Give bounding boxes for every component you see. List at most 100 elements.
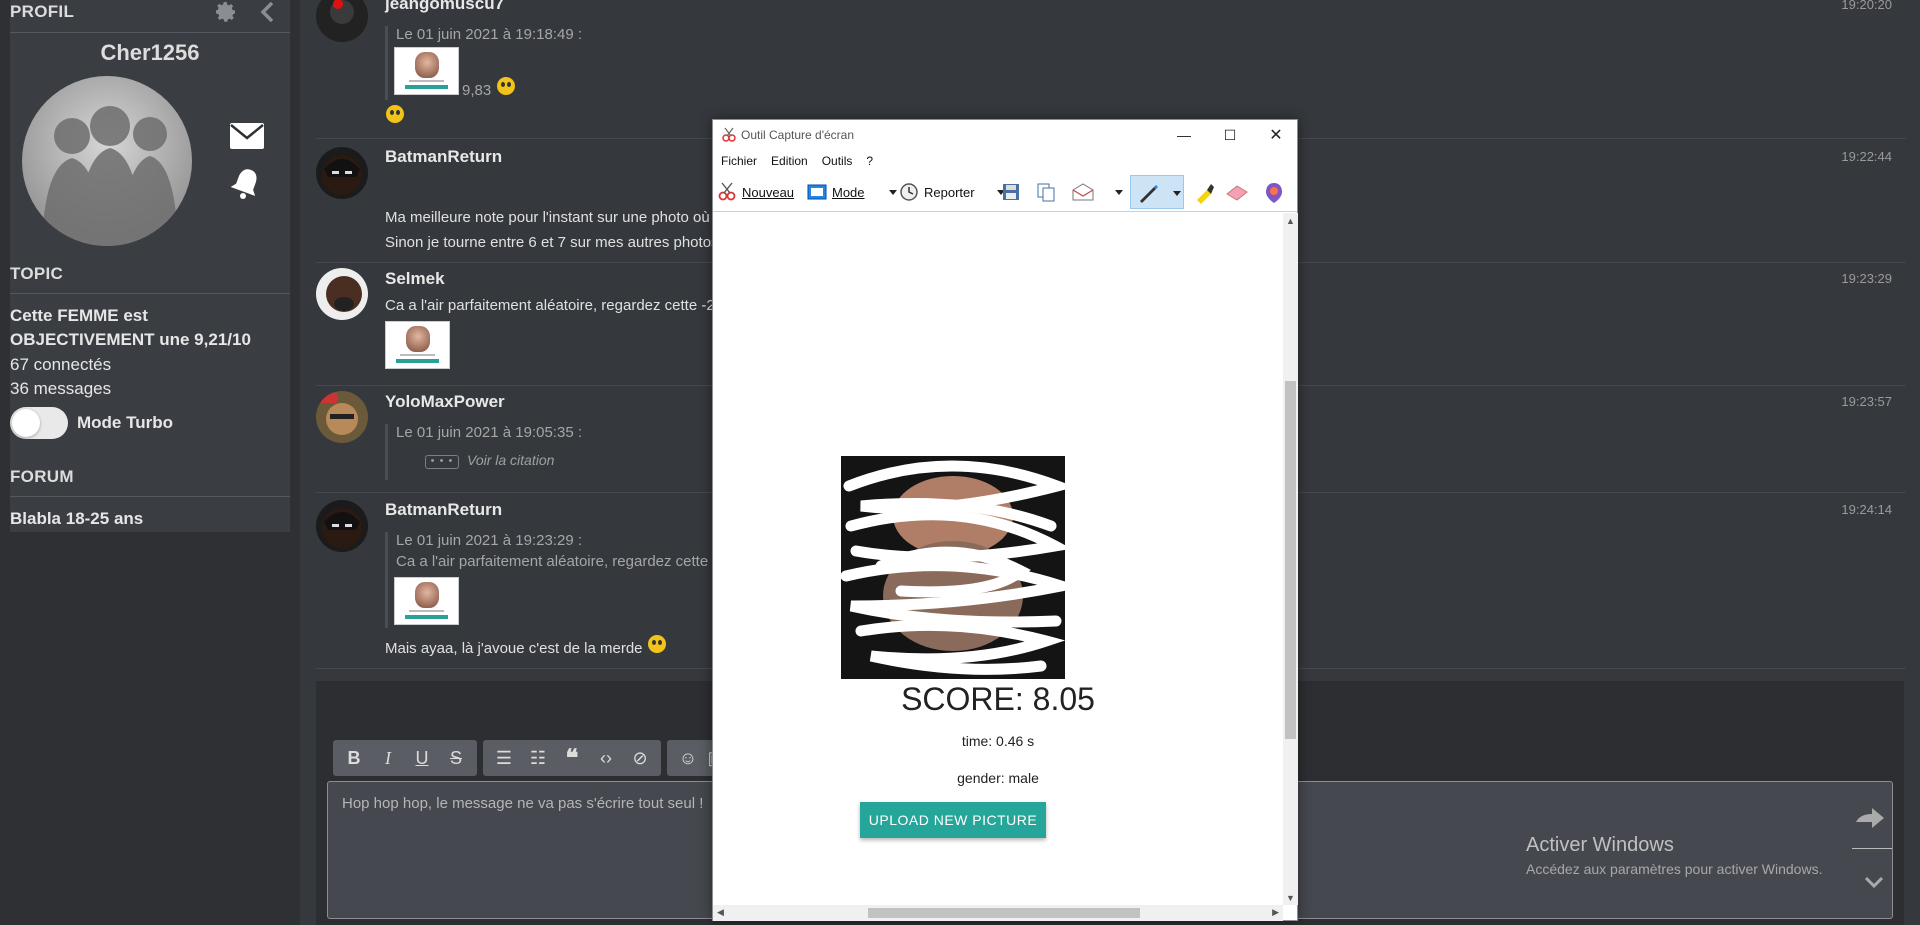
caret-down-icon[interactable] — [1115, 189, 1123, 195]
quote-expand-link[interactable]: Voir la citation — [467, 452, 554, 468]
image-thumbnail[interactable] — [394, 577, 459, 625]
avatar[interactable] — [316, 391, 368, 443]
caret-down-icon[interactable] — [1173, 191, 1181, 196]
numbered-list-icon[interactable]: ☷ — [521, 740, 555, 776]
message-time[interactable]: 19:23:57 — [1840, 394, 1892, 409]
profile-username[interactable]: Cher1256 — [10, 40, 290, 66]
scroll-right-icon[interactable]: ▶ — [1272, 907, 1279, 918]
message-time[interactable]: 19:23:29 — [1840, 271, 1892, 286]
left-sidebar: PROFIL Cher1256 TOPIC Cette FEMME est OB… — [0, 0, 300, 925]
bold-icon[interactable]: B — [337, 740, 371, 776]
scissors-icon — [722, 127, 736, 142]
connected-count: 67 connectés — [10, 355, 112, 374]
forum-heading: FORUM — [10, 467, 74, 486]
editor-toolbar: B I U S ☰ ☷ ❝ ‹› ⊘ ☺ ▣ — [333, 740, 731, 776]
scroll-up-icon[interactable]: ▲ — [1286, 216, 1295, 226]
pen-icon[interactable] — [1137, 182, 1159, 204]
message-time[interactable]: 19:20:20 — [1840, 0, 1892, 12]
activation-subtitle: Accédez aux paramètres pour activer Wind… — [1526, 861, 1823, 877]
maximize-button[interactable]: ☐ — [1207, 120, 1253, 150]
score-value: SCORE: 8.05 — [901, 681, 1095, 717]
message-author[interactable]: jeangomuscu7 — [385, 0, 504, 14]
more-icon[interactable]: • • • — [425, 455, 459, 469]
scroll-down-icon[interactable]: ▼ — [1286, 893, 1295, 903]
chevron-left-icon[interactable] — [258, 1, 278, 23]
underline-icon[interactable]: U — [405, 740, 439, 776]
messages-count: 36 messages — [10, 379, 112, 398]
divider — [10, 32, 290, 33]
topic-title-line1[interactable]: Cette FEMME est — [10, 306, 148, 326]
laugh-icon — [648, 635, 666, 653]
caret-down-icon[interactable] — [888, 189, 897, 195]
close-button[interactable]: ✕ — [1253, 120, 1299, 150]
message-time[interactable]: 19:22:44 — [1840, 149, 1892, 164]
highlighter-icon[interactable] — [1193, 182, 1215, 204]
paint3d-icon[interactable] — [1264, 182, 1284, 204]
scrollbar-thumb[interactable] — [868, 908, 1140, 918]
avatar[interactable] — [316, 147, 368, 199]
message-text: Ca a l'air parfaitement aléatoire, regar… — [385, 297, 715, 314]
topic-title-line2[interactable]: OBJECTIVEMENT une 9,21/10 — [10, 330, 251, 350]
scribbled-face-photo — [841, 456, 1065, 679]
forum-name[interactable]: Blabla 18-25 ans — [10, 509, 143, 529]
message-author[interactable]: BatmanReturn — [385, 147, 502, 167]
minimize-button[interactable]: — — [1161, 120, 1207, 150]
upload-new-picture-button[interactable]: UPLOAD NEW PICTURE — [860, 802, 1046, 838]
window-titlebar[interactable]: Outil Capture d'écran — ☐ ✕ — [713, 120, 1297, 150]
quote-text: 9,83 — [462, 82, 492, 99]
quote-header: Le 01 juin 2021 à 19:23:29 : — [396, 532, 582, 549]
spoiler-icon[interactable]: ⊘ — [623, 740, 657, 776]
bullet-list-icon[interactable]: ☰ — [487, 740, 521, 776]
message-text: Sinon je tourne entre 6 et 7 sur mes aut… — [385, 234, 719, 251]
turbo-toggle[interactable] — [10, 407, 68, 439]
horizontal-scrollbar[interactable]: ◀ ▶ — [713, 905, 1283, 921]
delay-button[interactable]: Reporter — [899, 180, 1005, 204]
strike-icon[interactable]: S — [439, 740, 473, 776]
mail-icon[interactable] — [229, 122, 265, 150]
activation-title: Activer Windows — [1526, 834, 1674, 856]
message-author[interactable]: Selmek — [385, 269, 445, 289]
new-snip-label: Nouveau — [742, 184, 795, 200]
avatar[interactable] — [316, 268, 368, 320]
italic-icon[interactable]: I — [371, 740, 405, 776]
snip-canvas: SCORE: 8.05 time: 0.46 s gender: male UP… — [713, 213, 1283, 905]
divider — [10, 496, 290, 497]
code-icon[interactable]: ‹› — [589, 740, 623, 776]
topic-heading: TOPIC — [10, 264, 64, 283]
menu-fichier[interactable]: Fichier — [721, 154, 757, 168]
menu-help[interactable]: ? — [866, 154, 873, 168]
save-icon[interactable] — [1002, 183, 1020, 201]
send-icon[interactable] — [1852, 800, 1888, 836]
menu-outils[interactable]: Outils — [822, 154, 853, 168]
send-email-icon — [1072, 183, 1094, 201]
format-group: B I U S — [333, 740, 477, 776]
avatar[interactable] — [316, 500, 368, 552]
mode-button[interactable]: Mode — [807, 180, 897, 204]
scrollbar-thumb[interactable] — [1285, 381, 1296, 739]
scissors-icon — [718, 182, 736, 201]
gear-icon[interactable] — [214, 0, 238, 24]
menu-edition[interactable]: Edition — [771, 154, 808, 168]
image-thumbnail[interactable] — [385, 321, 450, 369]
windows-activation-watermark: Activer Windows Accédez aux paramètres p… — [1526, 834, 1822, 877]
quote-icon[interactable]: ❝ — [555, 740, 589, 776]
emoji-icon[interactable]: ☺ — [671, 740, 705, 776]
message-time[interactable]: 19:24:14 — [1840, 502, 1892, 517]
vertical-scrollbar[interactable]: ▲ ▼ — [1283, 213, 1298, 905]
divider — [10, 293, 290, 294]
message-author[interactable]: BatmanReturn — [385, 500, 502, 520]
eraser-icon[interactable] — [1225, 184, 1249, 202]
scroll-left-icon[interactable]: ◀ — [717, 907, 724, 918]
message-author[interactable]: YoloMaxPower — [385, 392, 505, 412]
copy-icon[interactable] — [1036, 182, 1056, 202]
new-snip-button[interactable]: Nouveau — [717, 180, 794, 204]
send-snip-button[interactable] — [1071, 180, 1123, 204]
bell-icon[interactable] — [229, 166, 263, 200]
image-thumbnail[interactable] — [394, 47, 459, 95]
menu-bar: Fichier Edition Outils ? — [713, 150, 1297, 172]
chevron-down-icon[interactable] — [1862, 872, 1886, 892]
smiley-icon — [386, 105, 404, 123]
profile-avatar[interactable] — [22, 76, 192, 246]
mode-label: Mode — [832, 184, 865, 200]
gender-value: gender: male — [957, 770, 1039, 786]
